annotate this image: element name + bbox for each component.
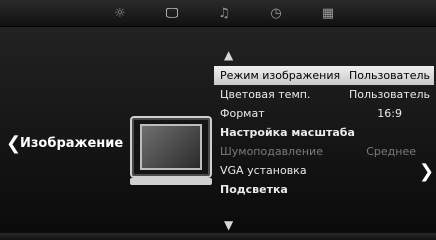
music-note-icon: ♫	[218, 5, 230, 21]
menu-item-color-temp[interactable]: Цветовая темп. Пользователь	[214, 85, 434, 104]
sound-tab[interactable]: ♫	[214, 3, 234, 23]
tv-illustration	[130, 116, 212, 185]
sun-icon: ☼	[114, 5, 126, 21]
menu-item-label: Цветовая темп.	[220, 88, 311, 101]
scroll-down-icon[interactable]: ▼	[224, 218, 233, 232]
menu-item-label: Режим изображения	[220, 69, 341, 82]
menu-item-aspect-ratio[interactable]: Формат 16:9	[214, 104, 434, 123]
tv-osd-menu: ☼ 🖵 ♫ ◷ ▦ ❮ Изображение ▲ ▼ ❯ Режим изоб…	[0, 0, 436, 240]
menu-item-label: Шумоподавление	[220, 145, 323, 158]
picture-settings-menu: Режим изображения Пользователь Цветовая …	[214, 66, 434, 199]
menu-item-value: Пользователь	[348, 88, 430, 101]
top-tab-bar: ☼ 🖵 ♫ ◷ ▦	[0, 0, 436, 27]
section-title: Изображение	[20, 136, 124, 151]
tv-stand	[130, 178, 212, 185]
grid-icon: ▦	[321, 5, 335, 21]
left-chevron-icon[interactable]: ❮	[6, 133, 21, 154]
menu-item-label: Формат	[220, 107, 265, 120]
menu-item-backlight[interactable]: Подсветка	[214, 180, 434, 199]
menu-item-label: Подсветка	[220, 183, 288, 196]
monitor-icon: 🖵	[165, 5, 179, 21]
menu-item-value: 16:9	[377, 107, 402, 120]
bottom-bar	[0, 233, 436, 240]
menu-item-noise-reduction: Шумоподавление Среднее	[214, 142, 434, 161]
settings-tab[interactable]: ▦	[318, 3, 338, 23]
monitor-tab[interactable]: 🖵	[162, 3, 182, 23]
menu-item-vga-setup[interactable]: VGA установка	[214, 161, 434, 180]
menu-item-scale-settings[interactable]: Настройка масштаба	[214, 123, 434, 142]
tv-screen	[140, 124, 202, 170]
picture-tab[interactable]: ☼	[110, 3, 130, 23]
menu-item-value: Среднее	[366, 145, 416, 158]
menu-item-value: Пользователь	[348, 69, 430, 82]
scroll-up-icon[interactable]: ▲	[224, 48, 233, 62]
time-tab[interactable]: ◷	[266, 3, 286, 23]
clock-icon: ◷	[270, 5, 282, 21]
menu-item-label: Настройка масштаба	[220, 126, 355, 139]
menu-item-label: VGA установка	[220, 164, 307, 177]
menu-item-picture-mode[interactable]: Режим изображения Пользователь	[214, 66, 434, 85]
